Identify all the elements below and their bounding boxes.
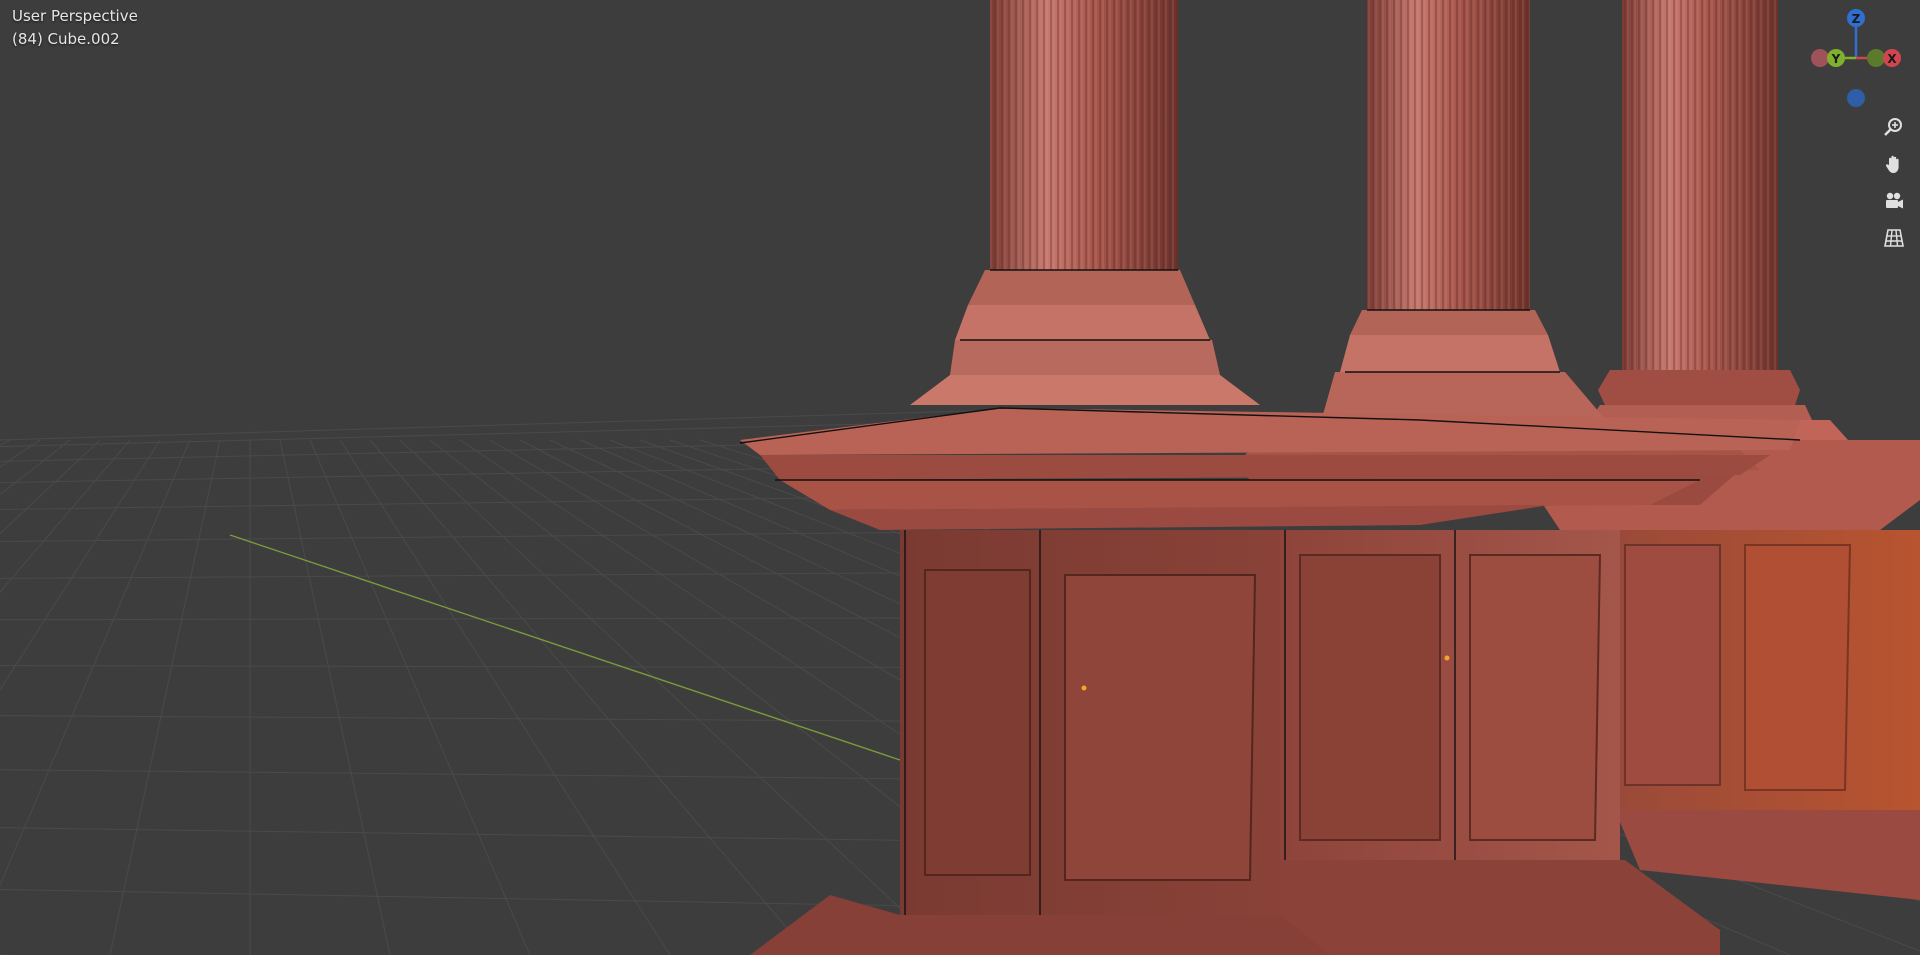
orthographic-toggle-button[interactable] [1878,222,1910,254]
grid-line [109,439,221,955]
grid-line [0,439,41,468]
grid-line [369,439,811,955]
grid-line [0,617,1001,621]
viewport-scene[interactable] [0,0,1920,955]
grid-line [0,715,1001,723]
gizmo-neg-x-icon[interactable] [1811,49,1829,67]
x-axis-line [229,534,901,761]
view-name-label: User Perspective [12,7,138,25]
zoom-in-icon [1884,118,1902,136]
grid-line [0,439,71,496]
grid-line [0,827,1001,843]
grid-line [0,665,1001,669]
grid-line [0,439,101,535]
gizmo-neg-y-icon[interactable] [1867,49,1885,67]
camera-icon [1886,192,1903,209]
zoom-button[interactable] [1878,111,1910,143]
pan-button[interactable] [1878,148,1910,180]
gizmo-x-label: X [1887,52,1897,66]
grid-line [0,439,191,887]
grid-line [309,439,531,955]
gizmo-neg-z-icon[interactable] [1847,89,1865,107]
gizmo-z-label: Z [1852,12,1861,26]
hand-icon [1885,155,1899,173]
grid-icon [1884,229,1904,247]
3d-viewport[interactable]: User Perspective (84) Cube.002 Y X Z [0,0,1920,955]
grid-line [0,439,11,447]
object-info-label: (84) Cube.002 [12,30,120,48]
grid-line [279,439,391,955]
gizmo-y-label: Y [1831,52,1841,66]
grid-line [0,571,1001,579]
navigation-gizmo[interactable]: Y X Z [1800,6,1912,116]
grid-line [339,439,671,955]
camera-view-button[interactable] [1878,185,1910,217]
grid-line [0,769,1001,781]
